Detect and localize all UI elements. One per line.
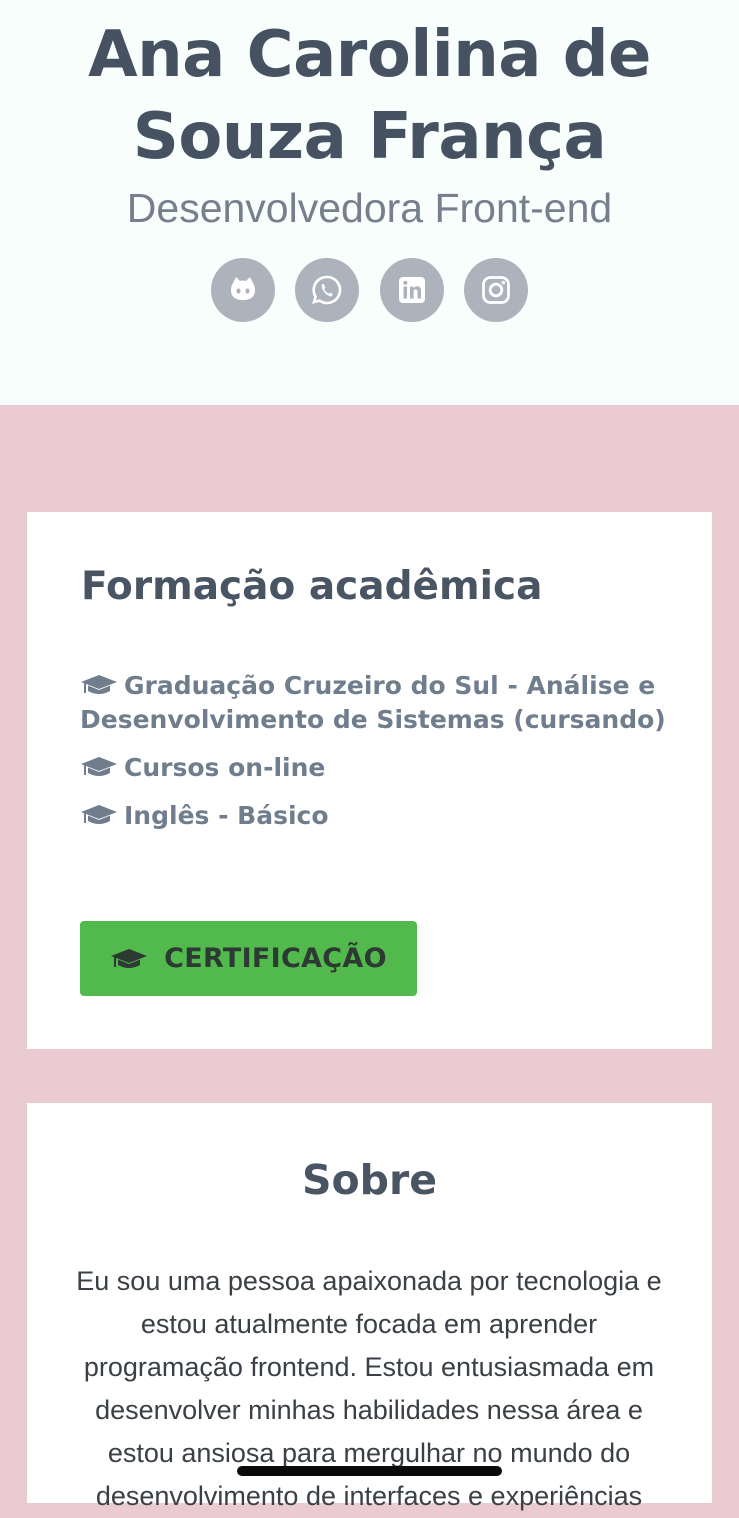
certification-button[interactable]: CERTIFICAÇÃO xyxy=(80,921,417,996)
about-card: Sobre Eu sou uma pessoa apaixonada por t… xyxy=(27,1103,712,1511)
linkedin-link[interactable] xyxy=(380,258,444,322)
graduation-cap-icon xyxy=(81,675,117,694)
profile-role: Desenvolvedora Front-end xyxy=(126,185,613,231)
education-item-text: Inglês - Básico xyxy=(124,801,329,830)
certification-button-label: CERTIFICAÇÃO xyxy=(164,943,387,974)
whatsapp-link[interactable] xyxy=(295,258,359,322)
graduation-cap-icon xyxy=(81,757,117,776)
whatsapp-icon xyxy=(312,275,342,305)
github-link[interactable] xyxy=(211,258,275,322)
profile-name: Ana Carolina de Souza França xyxy=(88,18,651,174)
profile-header: Ana Carolina de Souza França Desenvolved… xyxy=(0,0,739,405)
instagram-link[interactable] xyxy=(464,258,528,322)
graduation-cap-icon xyxy=(81,805,117,824)
education-list: Graduação Cruzeiro do Sul - Análise e De… xyxy=(80,669,680,847)
instagram-icon xyxy=(482,276,510,304)
github-icon xyxy=(231,277,255,300)
graduation-cap-icon xyxy=(111,948,148,968)
home-indicator[interactable] xyxy=(237,1466,502,1476)
linkedin-icon xyxy=(399,277,425,303)
list-item: Graduação Cruzeiro do Sul - Análise e De… xyxy=(80,669,680,737)
social-links xyxy=(211,258,529,322)
education-item-text: Cursos on-line xyxy=(124,753,326,782)
list-item: Cursos on-line xyxy=(80,751,680,785)
about-title: Sobre xyxy=(301,1156,438,1204)
about-text: Eu sou uma pessoa apaixonada por tecnolo… xyxy=(76,1266,662,1511)
education-item-text: Graduação Cruzeiro do Sul - Análise e De… xyxy=(80,671,666,734)
education-title: Formação acadêmica xyxy=(81,564,543,609)
education-card: Formação acadêmica Graduação Cruzeiro do… xyxy=(27,512,712,1049)
list-item: Inglês - Básico xyxy=(80,799,680,833)
